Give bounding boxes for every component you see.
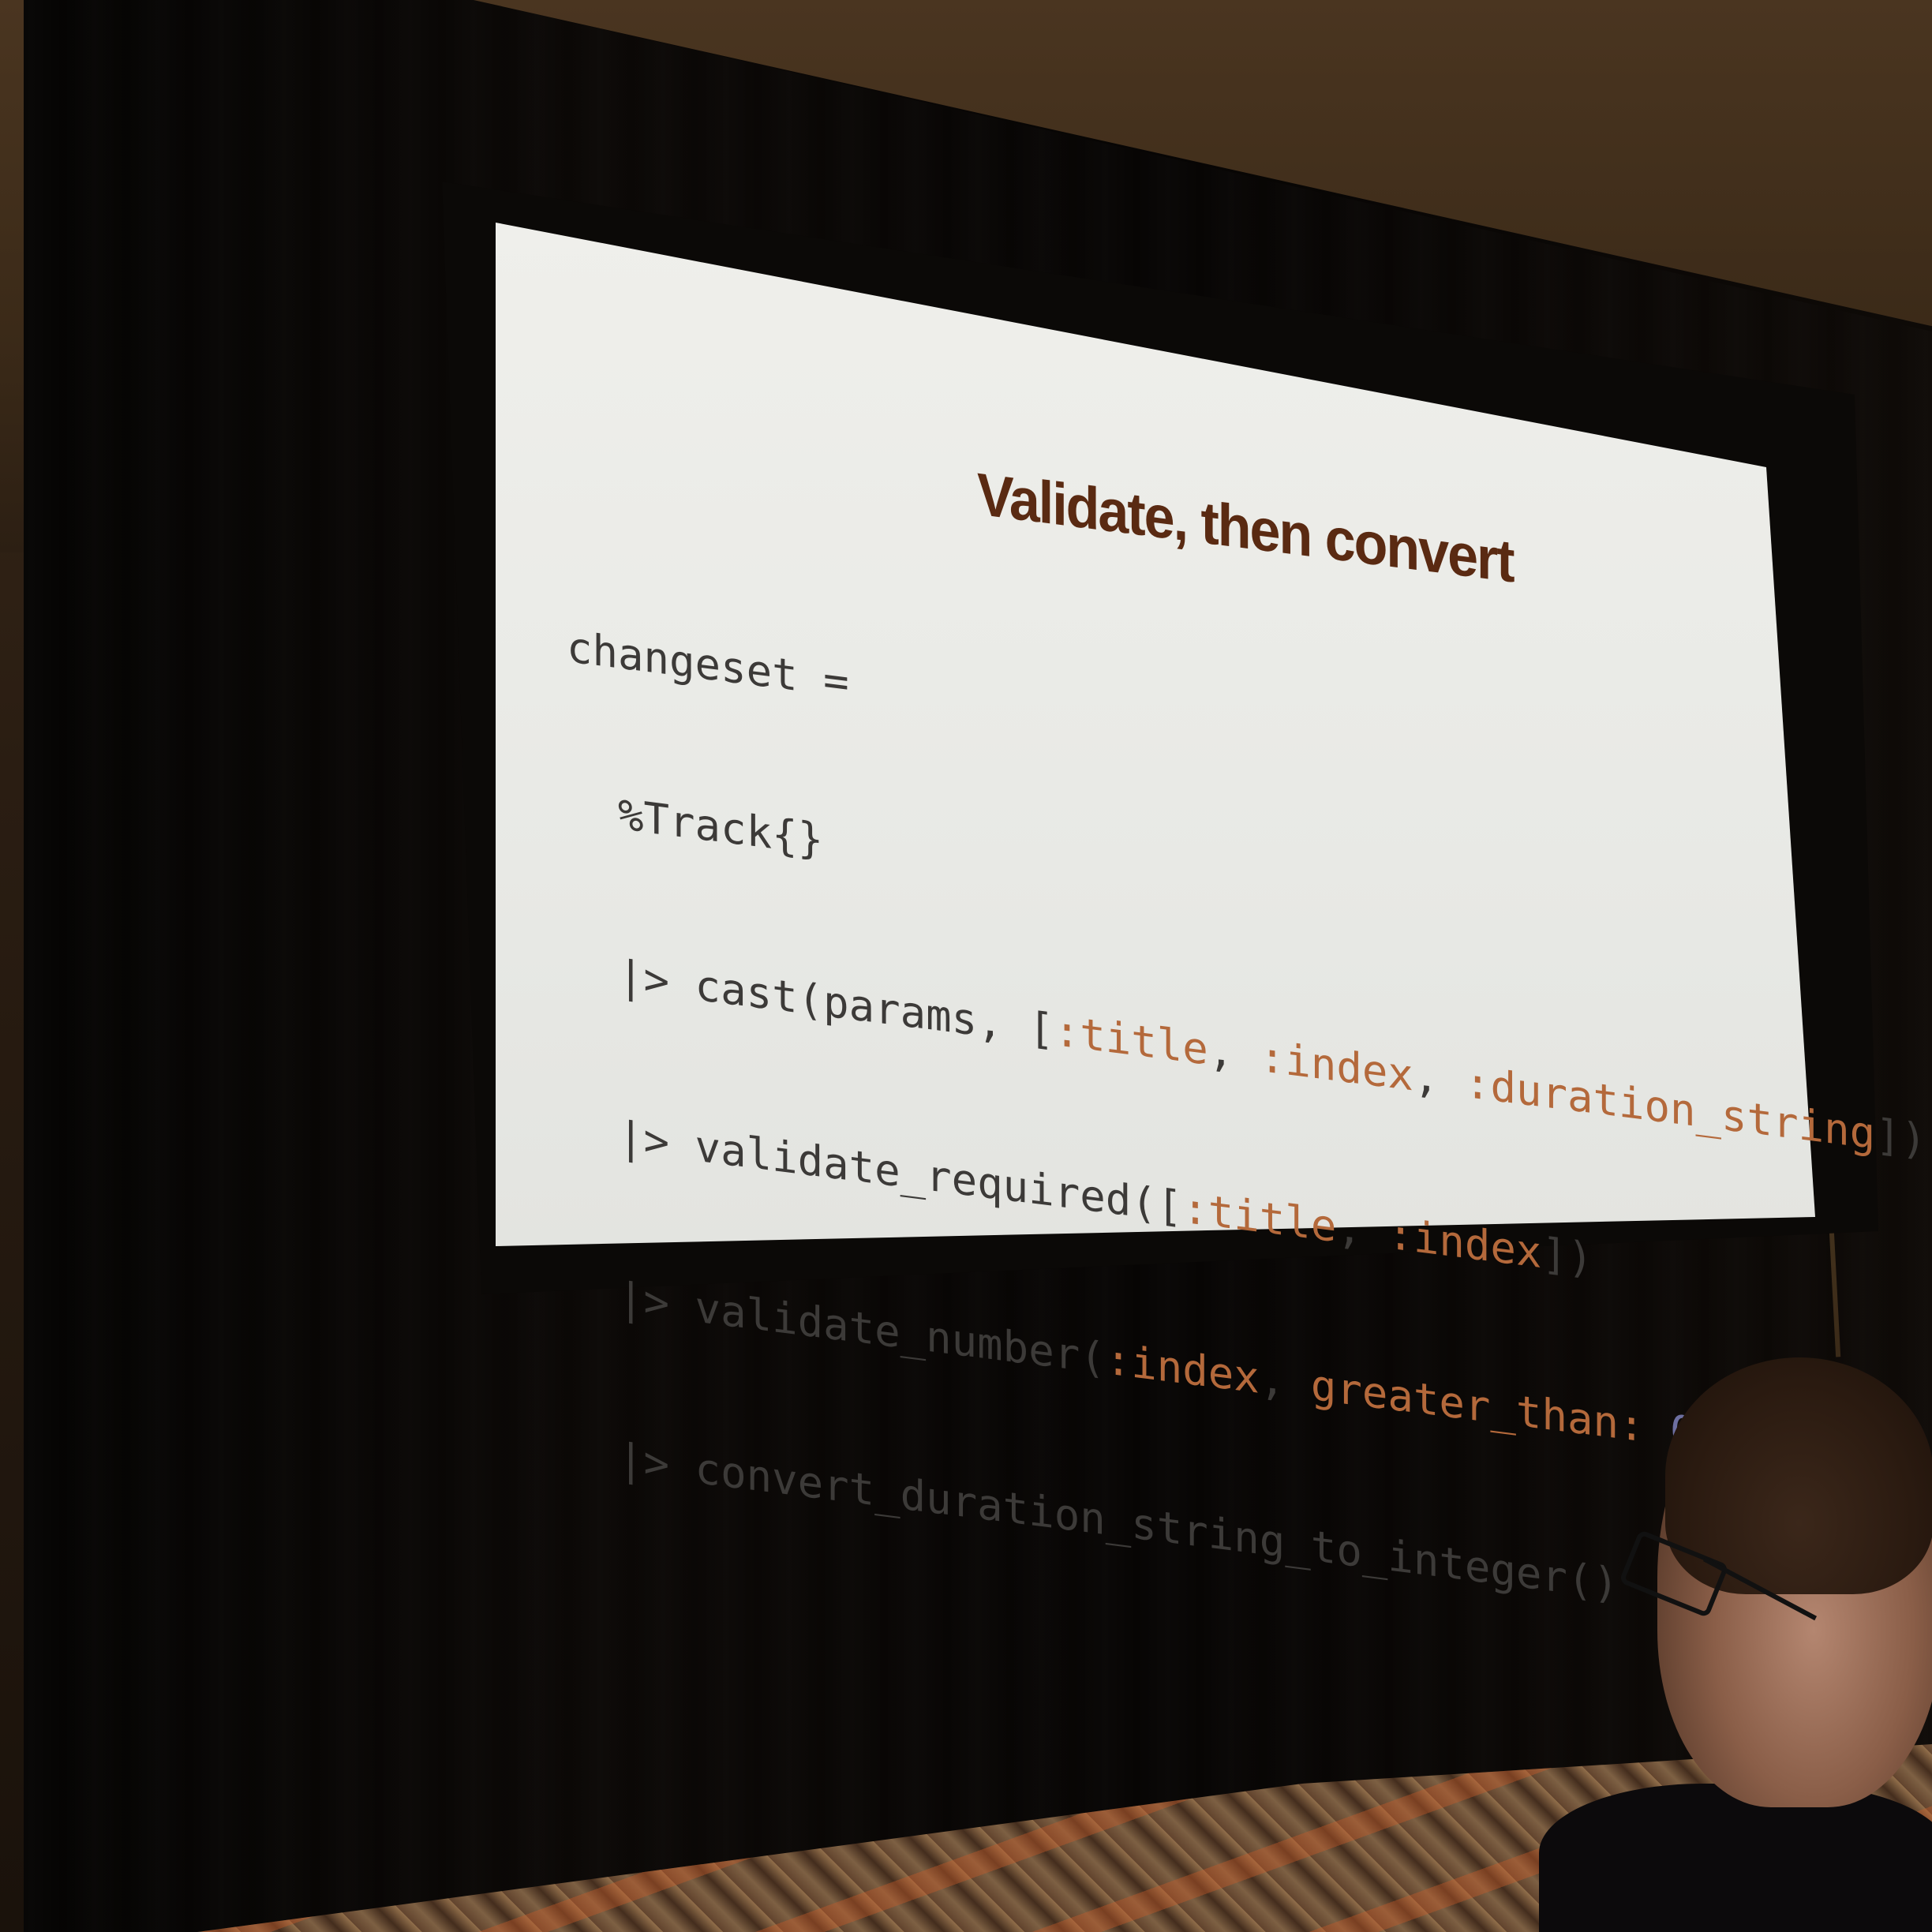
code-token: , bbox=[1259, 1353, 1311, 1410]
code-token: :title bbox=[1054, 1005, 1208, 1075]
code-token: greater_than: bbox=[1310, 1360, 1645, 1452]
code-token: :index bbox=[1259, 1031, 1413, 1101]
code-token: |> validate_number( bbox=[567, 1266, 1106, 1384]
code-token: %Track{} bbox=[567, 783, 824, 866]
code-token: |> validate_required([ bbox=[567, 1105, 1183, 1233]
conference-room-scene: Validate, then convert changeset = %Trac… bbox=[0, 0, 1932, 1932]
code-token: changeset = bbox=[567, 622, 849, 708]
code-token: :duration_string bbox=[1464, 1057, 1876, 1159]
code-token: , bbox=[1336, 1202, 1388, 1259]
code-token: :index bbox=[1387, 1208, 1542, 1279]
code-token: ]) bbox=[1541, 1228, 1593, 1285]
code-token: :index bbox=[1105, 1334, 1260, 1403]
code-token: , bbox=[1208, 1024, 1260, 1081]
code-token: :title bbox=[1182, 1182, 1337, 1252]
code-token: ]) bbox=[1875, 1109, 1927, 1166]
audience-member-shoulder bbox=[1539, 1784, 1932, 1932]
code-token: |> convert_duration_string_to_integer() bbox=[567, 1427, 1619, 1610]
code-token: |> cast(params, [ bbox=[567, 944, 1054, 1056]
code-token: , bbox=[1413, 1050, 1465, 1107]
